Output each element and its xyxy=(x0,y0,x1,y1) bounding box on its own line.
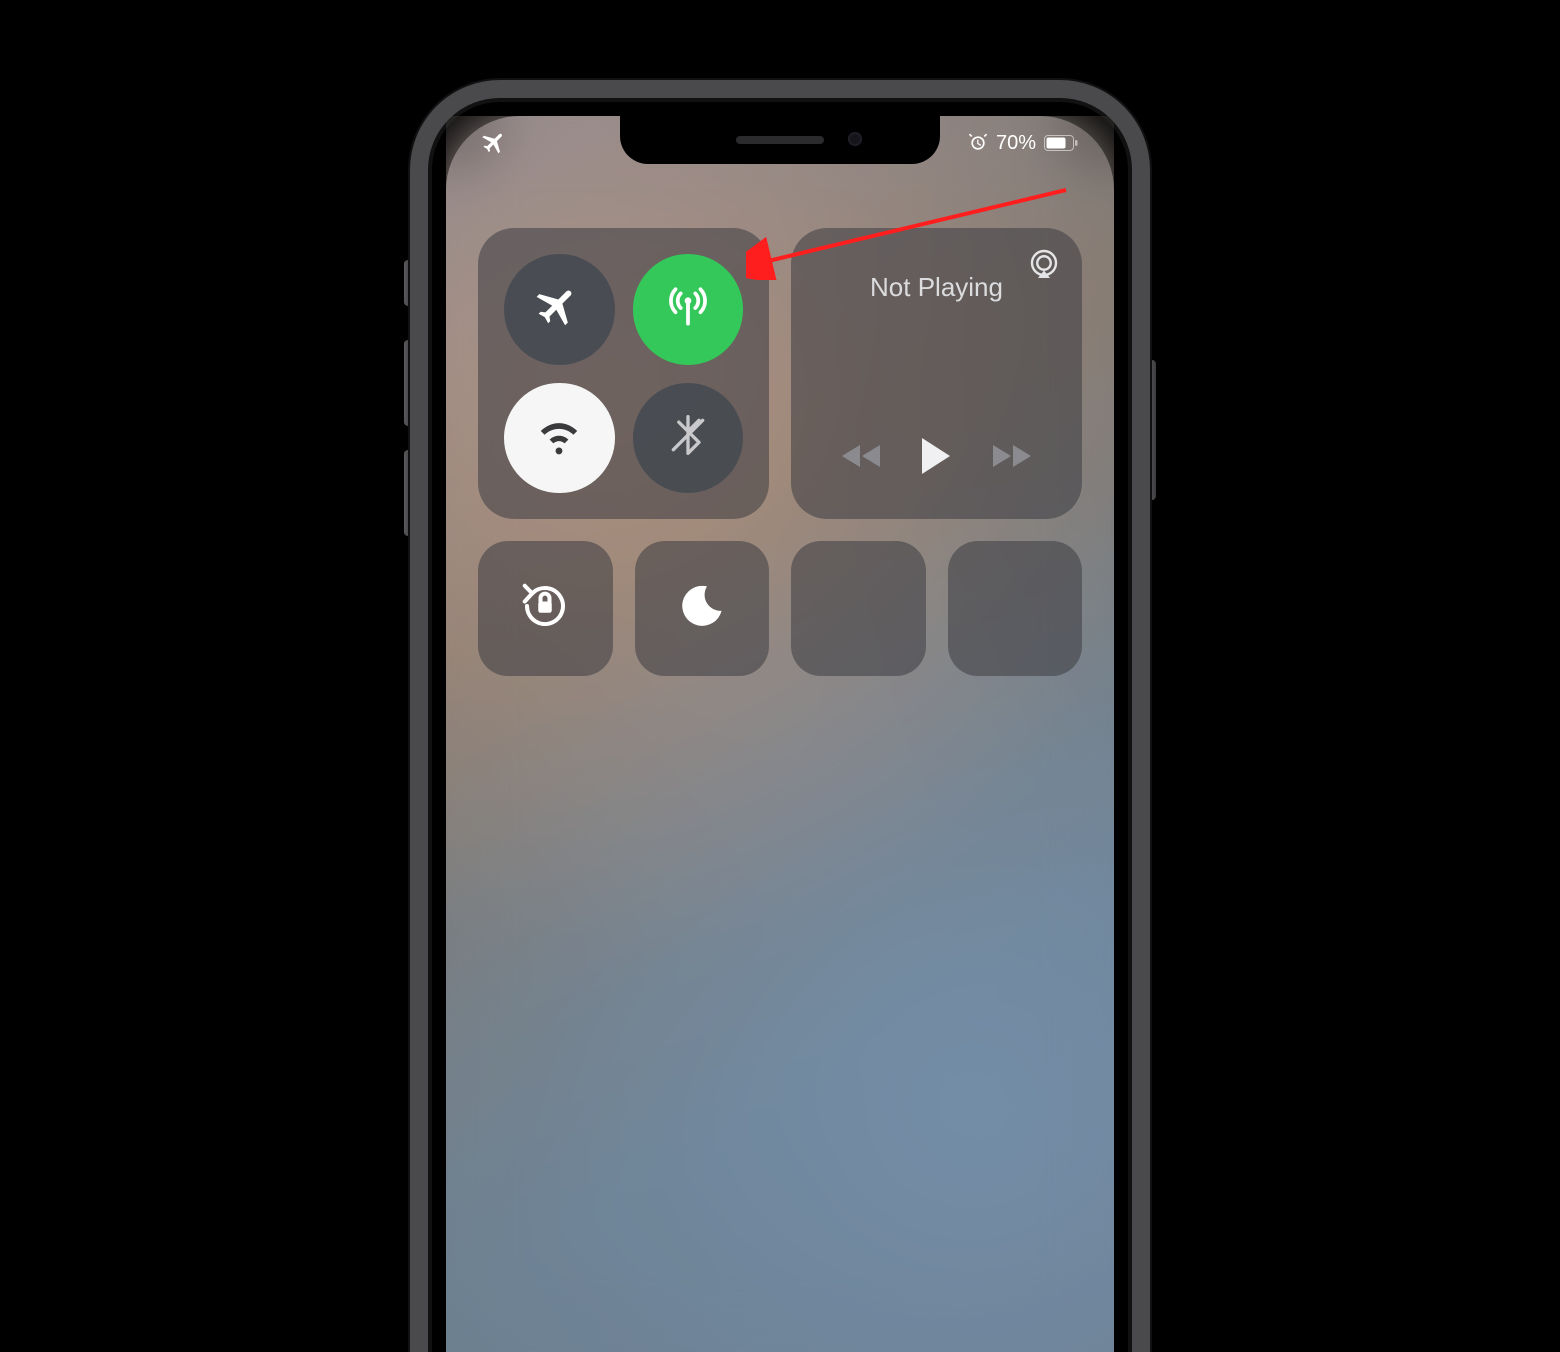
bluetooth-toggle[interactable] xyxy=(633,383,744,494)
screen: 70% xyxy=(446,116,1114,1352)
connectivity-panel[interactable] xyxy=(478,228,769,519)
airplane-icon xyxy=(536,284,582,335)
media-panel[interactable]: Not Playing xyxy=(791,228,1082,519)
battery-percentage: 70% xyxy=(996,132,1036,155)
moon-icon xyxy=(678,582,726,635)
airplane-mode-toggle[interactable] xyxy=(504,254,615,365)
airplane-mode-status-icon xyxy=(482,130,508,156)
control-center: Not Playing xyxy=(478,228,1082,676)
bluetooth-off-icon xyxy=(666,413,710,462)
alarm-icon xyxy=(968,133,988,153)
orientation-lock-icon xyxy=(518,579,572,638)
wifi-toggle[interactable] xyxy=(504,383,615,494)
extra-tile-3[interactable] xyxy=(791,541,926,676)
control-tiles-row xyxy=(478,541,1082,676)
forward-button[interactable] xyxy=(989,441,1035,476)
notch xyxy=(620,116,940,164)
media-controls xyxy=(811,436,1062,501)
cellular-data-toggle[interactable] xyxy=(633,254,744,365)
extra-tile-4[interactable] xyxy=(948,541,1083,676)
rewind-button[interactable] xyxy=(838,441,884,476)
airplay-button[interactable] xyxy=(1026,248,1062,284)
play-button[interactable] xyxy=(918,436,954,481)
do-not-disturb-tile[interactable] xyxy=(635,541,770,676)
wifi-icon xyxy=(536,412,582,463)
orientation-lock-tile[interactable] xyxy=(478,541,613,676)
media-title: Not Playing xyxy=(811,272,1062,303)
battery-icon xyxy=(1044,135,1078,151)
phone-frame: 70% xyxy=(410,80,1150,1352)
earpiece-speaker xyxy=(736,136,824,144)
front-camera xyxy=(848,132,862,146)
cellular-antenna-icon xyxy=(663,282,713,337)
phone-device: 70% xyxy=(410,80,1150,1352)
